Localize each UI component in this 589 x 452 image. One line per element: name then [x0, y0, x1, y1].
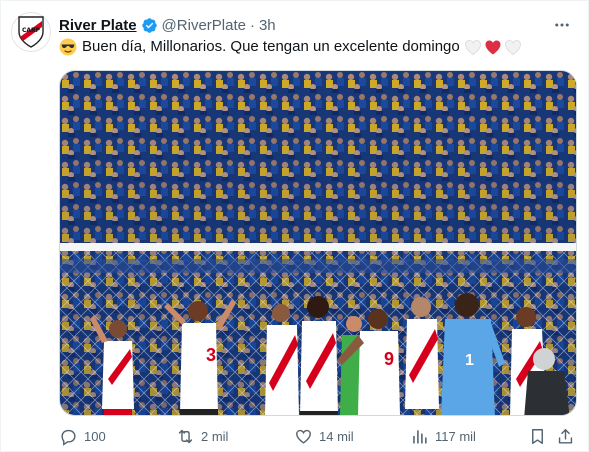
like-icon	[296, 429, 311, 444]
bookmark-icon	[532, 429, 543, 444]
repost-count: 2 mil	[201, 429, 229, 444]
red-heart-icon	[485, 40, 501, 54]
reply-icon	[61, 429, 76, 446]
river-plate-crest-icon: CARP	[18, 16, 44, 48]
views-count: 117 mil	[435, 429, 476, 444]
sunglasses-emoji-icon	[59, 38, 77, 56]
tweet-body: Buen día, Millonarios. Que tengan un exc…	[82, 38, 460, 55]
author-name[interactable]: River Plate	[59, 17, 137, 34]
author-handle[interactable]: @RiverPlate	[162, 17, 246, 34]
tweet-card[interactable]: CARP River Plate @RiverPlate · 3h Buen d…	[0, 0, 589, 452]
svg-text:3: 3	[206, 345, 216, 365]
svg-text:9: 9	[384, 349, 394, 369]
separator-dot: ·	[249, 16, 255, 34]
reply-count: 100	[84, 429, 106, 444]
repost-button[interactable]: 2 mil	[176, 427, 228, 446]
views-button[interactable]: 117 mil	[410, 427, 476, 446]
avatar[interactable]: CARP	[11, 12, 51, 52]
bookmark-button[interactable]	[528, 427, 553, 446]
post-photo[interactable]: 3 9 1	[59, 70, 577, 416]
like-count: 14 mil	[319, 429, 354, 444]
tweet-text: Buen día, Millonarios. Que tengan un exc…	[59, 37, 522, 57]
action-bar: 100 2 mil 14 mil 117 mil	[59, 427, 577, 447]
heart-emojis	[464, 39, 522, 56]
svg-text:CARP: CARP	[22, 27, 41, 34]
white-heart-icon	[464, 39, 481, 55]
svg-text:1: 1	[465, 352, 474, 369]
like-button[interactable]: 14 mil	[294, 427, 354, 446]
white-heart-icon	[504, 39, 521, 55]
share-button[interactable]	[556, 427, 581, 446]
tweet-header: River Plate @RiverPlate · 3h	[59, 15, 276, 35]
reply-button[interactable]: 100	[59, 427, 106, 446]
post-time[interactable]: 3h	[259, 17, 276, 34]
verified-icon	[141, 17, 158, 34]
more-icon[interactable]	[552, 15, 572, 35]
share-icon	[558, 429, 573, 444]
views-icon	[413, 430, 427, 444]
repost-icon	[178, 429, 193, 444]
